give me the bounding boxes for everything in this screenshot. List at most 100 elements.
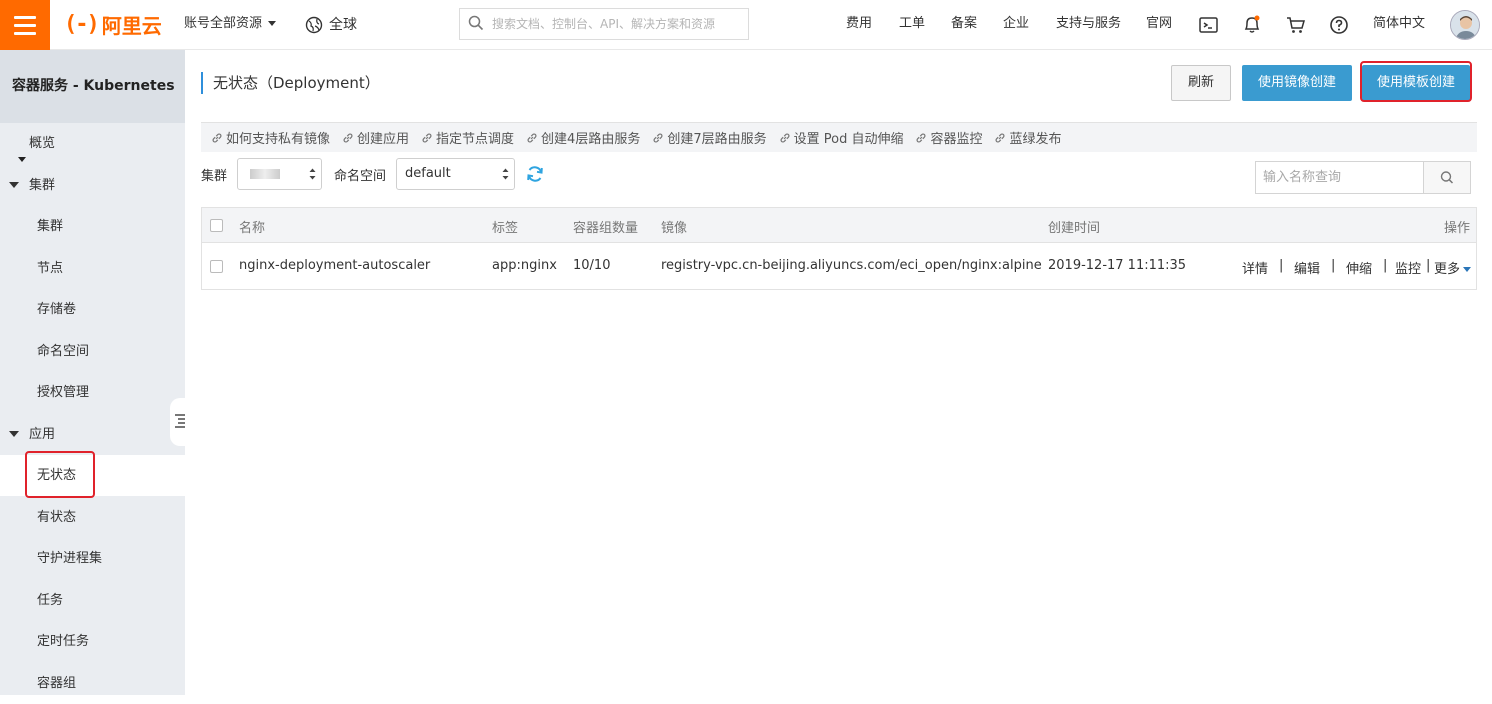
caret-down-icon [9,430,19,437]
account-resources-label: 账号全部资源 [184,16,263,31]
more-actions-dropdown[interactable]: 更多 [1434,258,1472,277]
help-link-label: 创建应用 [357,132,410,147]
name-query-box [1255,161,1471,194]
nav-fees[interactable]: 费用 [846,0,872,50]
sidebar-item-label: 有状态 [37,509,77,525]
more-label: 更多 [1434,262,1461,277]
global-search[interactable] [459,8,749,40]
edit-action-link[interactable]: 编辑 [1294,258,1320,277]
refresh-button[interactable]: 刷新 [1171,65,1231,101]
nav-official-site[interactable]: 官网 [1146,0,1172,50]
aliyun-logo[interactable]: (-) 阿里云 [64,11,162,38]
sidebar-item-label: 定时任务 [37,634,90,649]
menu-line [14,15,36,19]
help-link-5[interactable]: 设置 Pod 自动伸缩 [779,128,904,147]
nav-support[interactable]: 支持与服务 [1056,0,1121,50]
link-icon [996,133,1005,142]
name-query-input[interactable] [1256,162,1424,193]
menu-line [14,31,36,35]
product-switcher[interactable]: 容器服务 - Kubernetes [0,50,185,162]
deployment-name-link[interactable]: nginx-deployment-autoscaler [239,258,430,273]
sidebar-item-label: 集群 [29,177,56,193]
deployment-created-time: 2019-12-17 11:11:35 [1048,258,1187,273]
help-link-2[interactable]: 指定节点调度 [421,128,514,147]
action-separator: | [1279,258,1284,273]
row-checkbox[interactable] [210,260,223,273]
help-link-4[interactable]: 创建7层路由服务 [652,128,767,147]
language-switch[interactable]: 简体中文 [1373,0,1425,50]
action-separator: | [1383,258,1388,273]
hamburger-menu-button[interactable] [0,0,50,50]
sidebar-item-9[interactable]: 有状态 [0,497,185,538]
logo-mark-icon: (-) [64,11,100,37]
active-item-highlight-box [25,451,95,498]
sidebar-item-12[interactable]: 定时任务 [0,621,185,662]
cart-icon[interactable] [1285,14,1307,36]
help-link-label: 如何支持私有镜像 [226,132,331,147]
refresh-icon[interactable] [525,164,545,184]
logo-text: 阿里云 [101,13,162,38]
sidebar-item-0[interactable]: 概览 [0,123,185,164]
user-avatar-icon [1451,11,1479,39]
account-resources-dropdown[interactable]: 账号全部资源 [184,0,277,50]
sidebar-item-10[interactable]: 守护进程集 [0,538,185,579]
cluster-select[interactable] [237,158,322,190]
sidebar-item-13[interactable]: 容器组 [0,663,185,704]
sidebar-group-7[interactable]: 应用 [0,414,185,455]
page-title: 无状态（Deployment） [201,72,380,94]
deployment-image: registry-vpc.cn-beijing.aliyuncs.com/eci… [661,258,1042,273]
help-link-3[interactable]: 创建4层路由服务 [526,128,640,147]
help-link-label: 容器监控 [930,132,983,147]
help-link-1[interactable]: 创建应用 [342,128,409,147]
detail-action-link[interactable]: 详情 [1242,258,1268,277]
main-content: 无状态（Deployment） 刷新 使用镜像创建 使用模板创建 如何支持私有镜… [185,50,1492,695]
sidebar-item-label: 容器组 [37,675,77,691]
link-icon [212,133,222,142]
link-icon [780,133,790,142]
help-link-label: 设置 Pod 自动伸缩 [793,132,904,147]
search-input[interactable] [492,9,744,39]
help-link-label: 指定节点调度 [436,132,515,147]
select-all-checkbox[interactable] [210,219,223,232]
sidebar-item-4[interactable]: 存储卷 [0,289,185,330]
sidebar-item-11[interactable]: 任务 [0,580,185,621]
table-row: nginx-deployment-autoscaler app:nginx 10… [202,244,1476,289]
nav-tickets[interactable]: 工单 [899,0,925,50]
action-separator: | [1331,258,1336,273]
deployment-pod-count: 10/10 [573,258,611,273]
template-button-highlight-box [1360,61,1472,102]
header-pod-count: 容器组数量 [573,221,639,236]
monitor-action-link[interactable]: 监控 [1395,258,1421,277]
help-link-0[interactable]: 如何支持私有镜像 [211,128,330,147]
bell-icon[interactable] [1241,13,1263,35]
region-selector[interactable]: 全球 [305,0,357,50]
sidebar-item-5[interactable]: 命名空间 [0,331,185,372]
help-link-6[interactable]: 容器监控 [915,128,982,147]
help-link-label: 创建7层路由服务 [667,132,767,147]
deployments-table: 名称 标签 容器组数量 镜像 创建时间 操作 nginx-deployment-… [201,207,1477,290]
create-from-image-button[interactable]: 使用镜像创建 [1242,65,1352,101]
globe-icon [305,16,323,34]
sidebar-item-label: 任务 [37,592,64,608]
namespace-value: default [405,166,451,181]
sidebar-item-6[interactable]: 授权管理 [0,372,185,413]
scale-action-link[interactable]: 伸缩 [1346,258,1372,277]
header-image: 镜像 [661,221,688,236]
nav-enterprise[interactable]: 企业 [1003,0,1029,50]
link-icon [343,133,353,142]
help-icon[interactable] [1328,14,1350,36]
sidebar-item-3[interactable]: 节点 [0,248,185,289]
avatar[interactable] [1450,10,1480,40]
link-icon [527,133,537,142]
sidebar-item-label: 节点 [37,260,64,276]
sidebar-group-1[interactable]: 集群 [0,165,185,206]
cluster-value-redacted [250,168,280,179]
sidebar-item-2[interactable]: 集群 [0,206,185,247]
namespace-select[interactable]: default [396,158,515,190]
sidebar-item-label: 概览 [29,136,56,151]
query-search-button[interactable] [1423,162,1470,193]
nav-icp-filing[interactable]: 备案 [951,0,977,50]
help-link-7[interactable]: 蓝绿发布 [994,128,1062,147]
table-header: 名称 标签 容器组数量 镜像 创建时间 操作 [202,208,1476,243]
terminal-icon[interactable] [1198,14,1220,36]
